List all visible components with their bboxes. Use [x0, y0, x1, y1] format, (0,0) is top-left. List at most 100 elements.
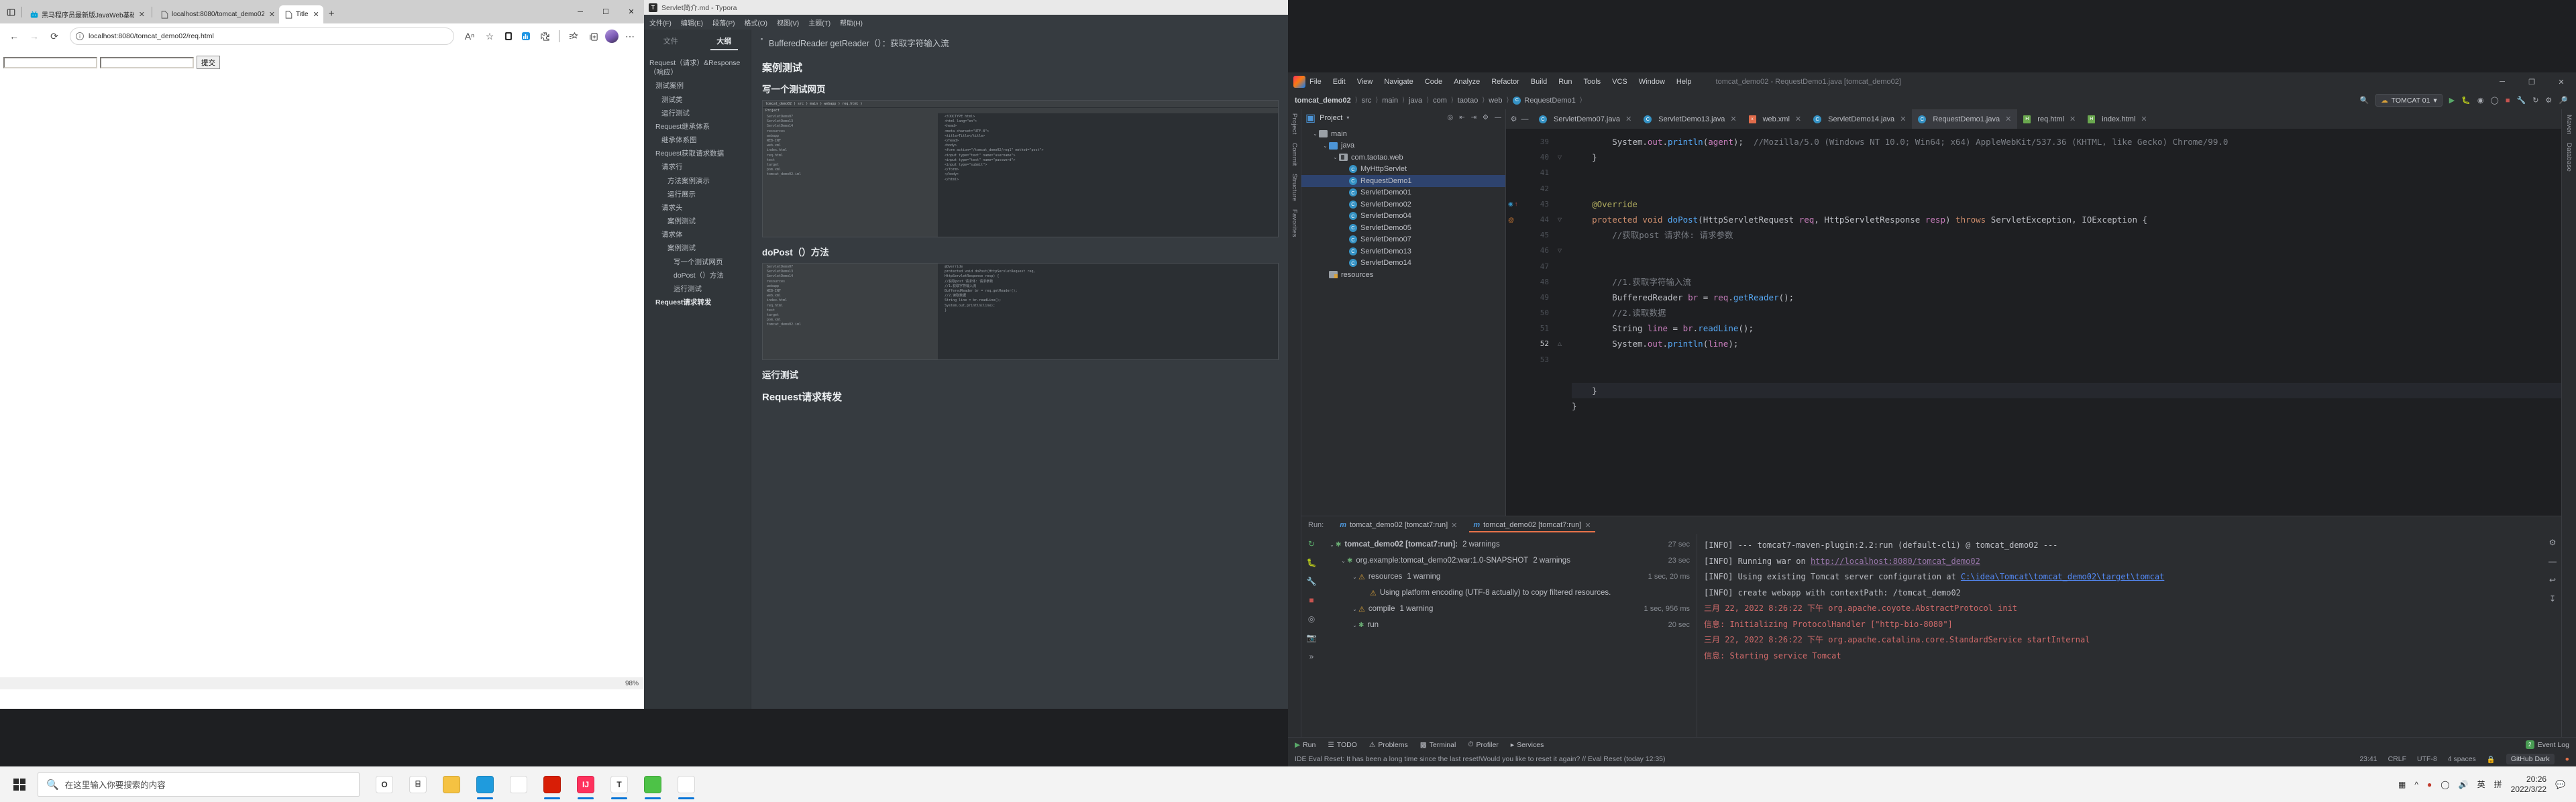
- tab-actions-icon[interactable]: [3, 3, 19, 21]
- idea-menu-edit[interactable]: Edit: [1333, 78, 1346, 86]
- build-tree-row[interactable]: ⌄ ✱ run 20 sec: [1322, 617, 1697, 633]
- outline-item[interactable]: 运行测试: [644, 107, 751, 120]
- expand-all-icon[interactable]: ⇤: [1459, 114, 1464, 121]
- hide-icon[interactable]: —: [1521, 115, 1528, 123]
- breadcrumb-src[interactable]: src: [1362, 97, 1376, 105]
- chevron-icon[interactable]: ⌄: [1328, 542, 1336, 548]
- outline-item[interactable]: 案例测试: [644, 241, 751, 255]
- tool-button-problems[interactable]: ⚠ Problems: [1369, 741, 1408, 749]
- password-input[interactable]: [100, 56, 194, 68]
- filter-icon[interactable]: ◎: [1308, 614, 1315, 624]
- chevron-icon[interactable]: ⌄: [1311, 131, 1319, 137]
- favorite-icon[interactable]: ☆: [481, 27, 498, 45]
- code-line[interactable]: //2.读取数据: [1572, 305, 2561, 321]
- project-tree-item[interactable]: C ServletDemo01: [1301, 187, 1505, 199]
- chevron-down-icon[interactable]: ▾: [2433, 97, 2436, 105]
- browser-essentials-icon[interactable]: [519, 29, 533, 44]
- tool-button-maven[interactable]: Maven: [2565, 115, 2573, 135]
- settings-more-icon[interactable]: ⋯: [621, 27, 639, 45]
- idea-menu-help[interactable]: Help: [1676, 78, 1692, 86]
- idea-menu-file[interactable]: File: [1309, 78, 1322, 86]
- idea-menu-tools[interactable]: Tools: [1583, 78, 1601, 86]
- tool-button-profiler[interactable]: ⏱ Profiler: [1468, 740, 1498, 749]
- submit-button[interactable]: 提交: [197, 56, 220, 69]
- outline-item[interactable]: 请求头: [644, 201, 751, 215]
- project-tree-item[interactable]: resources: [1301, 269, 1505, 281]
- app-white-icon[interactable]: [503, 769, 534, 800]
- idea-menu-navigate[interactable]: Navigate: [1384, 78, 1413, 86]
- collections-icon[interactable]: [501, 29, 516, 44]
- project-tree-item[interactable]: ⌄ com.taotao.web: [1301, 152, 1505, 164]
- menu-format[interactable]: 格式(O): [744, 17, 767, 27]
- ime-mode-icon[interactable]: 拼: [2494, 779, 2502, 790]
- profile-avatar[interactable]: [605, 30, 619, 43]
- code-line[interactable]: System.out.println(line);: [1572, 336, 2561, 351]
- outline-item[interactable]: 方法案例演示: [644, 174, 751, 188]
- read-aloud-icon[interactable]: Aⁿ: [461, 27, 478, 45]
- editor-tab[interactable]: x web.xml ✕: [1743, 109, 1808, 129]
- code-line[interactable]: [1572, 165, 2561, 180]
- site-info-icon[interactable]: i: [76, 32, 84, 40]
- browser-tab-0[interactable]: 黑马程序员最新版JavaWeb基础 ✕: [25, 5, 149, 23]
- netease-music-icon[interactable]: [537, 769, 568, 800]
- outline-item[interactable]: 请求体: [644, 228, 751, 241]
- maximize-button[interactable]: ❐: [2517, 72, 2546, 91]
- outline-item[interactable]: Request继承体系: [644, 120, 751, 133]
- close-button[interactable]: ✕: [619, 2, 644, 22]
- close-icon[interactable]: ✕: [1900, 115, 1906, 123]
- theme-switcher[interactable]: GitHub Dark: [2506, 754, 2555, 764]
- opera-icon[interactable]: O: [369, 769, 400, 800]
- outline-item[interactable]: 写一个测试网页: [644, 255, 751, 269]
- code-line[interactable]: System.out.println(agent); //Mozilla/5.0…: [1572, 134, 2561, 150]
- settings-icon[interactable]: ⚙: [2545, 96, 2552, 105]
- stop-icon[interactable]: ■: [2506, 97, 2510, 105]
- typora-document[interactable]: BufferedReader getReader（）：获取字符输入流 案例测试 …: [751, 30, 1288, 709]
- forward-icon[interactable]: →: [25, 27, 43, 45]
- project-tree-item[interactable]: C ServletDemo04: [1301, 211, 1505, 223]
- debug-icon[interactable]: 🐛: [1307, 558, 1317, 567]
- tool-button-terminal[interactable]: ▩ Terminal: [1420, 741, 1456, 749]
- editor-tab[interactable]: Hindex.html ✕: [2082, 109, 2153, 129]
- outline-item[interactable]: 测试类: [644, 93, 751, 107]
- project-tree-item[interactable]: C ServletDemo13: [1301, 245, 1505, 257]
- menu-paragraph[interactable]: 段落(P): [712, 17, 735, 27]
- idea-menu-run[interactable]: Run: [1558, 78, 1572, 86]
- taskbar-search[interactable]: 🔍 在这里输入你要搜索的内容: [38, 772, 360, 797]
- search-everywhere-icon[interactable]: 🔎: [2559, 96, 2568, 105]
- antivirus-icon[interactable]: ●: [2427, 780, 2432, 789]
- outline-item[interactable]: doPost（）方法: [644, 269, 751, 282]
- project-tree-item[interactable]: C MyHttpServlet: [1301, 164, 1505, 176]
- tool-button-project[interactable]: Project: [1291, 113, 1298, 135]
- camera-icon[interactable]: 📷: [1307, 633, 1317, 642]
- browser-tab-2[interactable]: Title ✕: [279, 5, 323, 23]
- code-line[interactable]: }: [1572, 398, 2561, 414]
- console-output[interactable]: [INFO] --- tomcat7-maven-plugin:2.2:run …: [1697, 534, 2544, 737]
- notification-icon[interactable]: ●: [2565, 755, 2569, 763]
- build-tree-row[interactable]: ⌄ ⚠ compile 1 warning 1 sec, 956 ms: [1322, 601, 1697, 617]
- chevron-up-icon[interactable]: ^: [2414, 780, 2418, 789]
- tool-button-database[interactable]: Database: [2565, 143, 2573, 172]
- run-with-coverage-icon[interactable]: ◉: [2477, 96, 2484, 105]
- run-icon[interactable]: ▶: [2449, 96, 2455, 105]
- chevron-icon[interactable]: ⌄: [1351, 622, 1358, 628]
- file-explorer-icon[interactable]: [436, 769, 467, 800]
- task-view-icon[interactable]: ⌸: [402, 769, 433, 800]
- breadcrumb-taotao[interactable]: taotao: [1458, 97, 1483, 105]
- tool-button-todo[interactable]: ☰ TODO: [1328, 741, 1357, 749]
- code-line[interactable]: @Override: [1572, 196, 2561, 212]
- new-tab-button[interactable]: +: [329, 8, 335, 19]
- code-line[interactable]: [1572, 352, 2561, 367]
- editor-tab[interactable]: C RequestDemo1.java ✕: [1912, 109, 2018, 129]
- debug-icon[interactable]: 🐛: [2461, 96, 2471, 105]
- menu-file[interactable]: 文件(F): [649, 17, 672, 27]
- editor-tab[interactable]: Hreq.html ✕: [2017, 109, 2082, 129]
- override-marker-icon[interactable]: ◉: [1508, 200, 1513, 208]
- status-message[interactable]: IDE Eval Reset: It has been a long time …: [1295, 755, 1666, 763]
- code-line[interactable]: [1572, 243, 2561, 258]
- code-line[interactable]: }: [1572, 150, 2561, 165]
- idea-menu-refactor[interactable]: Refactor: [1491, 78, 1519, 86]
- favorites-bar-icon[interactable]: [565, 27, 582, 45]
- breadcrumb-java[interactable]: java: [1409, 97, 1426, 105]
- tool-button-run[interactable]: ▶ Run: [1295, 741, 1316, 749]
- idea-menu-window[interactable]: Window: [1639, 78, 1665, 86]
